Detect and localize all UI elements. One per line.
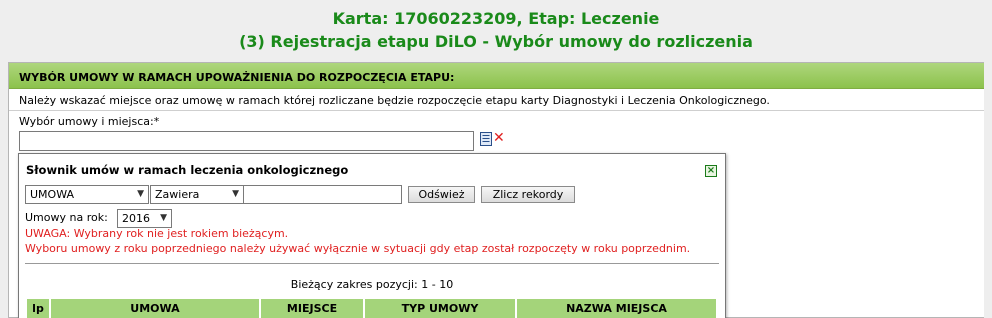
- filter-value-input[interactable]: [243, 185, 402, 204]
- column-header-typ-umowy[interactable]: TYP UMOWY: [365, 299, 517, 318]
- chevron-down-icon: ▼: [160, 213, 167, 223]
- contract-place-input[interactable]: [19, 131, 474, 151]
- divider: [25, 263, 719, 264]
- panel-info-text: Należy wskazać miejsce oraz umowę w rama…: [9, 90, 985, 111]
- year-select[interactable]: 2016 ▼: [117, 209, 172, 228]
- clear-icon[interactable]: ✕: [493, 130, 505, 146]
- year-warning: UWAGA: Wybrany rok nie jest rokiem bieżą…: [25, 227, 289, 240]
- year-label: Umowy na rok:: [25, 211, 108, 224]
- previous-year-warning: Wyboru umowy z roku poprzedniego należy …: [25, 242, 691, 255]
- chevron-down-icon: ▼: [137, 189, 144, 199]
- year-value: 2016: [122, 212, 150, 225]
- stage-title: (3) Rejestracja etapu DiLO - Wybór umowy…: [239, 32, 753, 51]
- contract-dictionary-popup: Słownik umów w ramach leczenia onkologic…: [18, 153, 726, 318]
- list-icon[interactable]: [480, 132, 492, 146]
- filter-operator-select[interactable]: Zawiera ▼: [150, 185, 244, 204]
- panel-title: WYBÓR UMOWY W RAMACH UPOWAŻNIENIA DO ROZ…: [9, 63, 985, 89]
- page-header: Karta: 17060223209, Etap: Leczenie (3) R…: [0, 0, 992, 62]
- chevron-down-icon: ▼: [232, 189, 239, 199]
- contract-field-label: Wybór umowy i miejsca:*: [19, 115, 160, 128]
- filter-field-select[interactable]: UMOWA ▼: [25, 185, 149, 204]
- column-header-umowa[interactable]: UMOWA: [51, 299, 261, 318]
- close-icon[interactable]: ×: [705, 165, 717, 177]
- column-header-lp[interactable]: lp: [27, 299, 51, 318]
- range-indicator: Bieżący zakres pozycji: 1 - 10: [290, 278, 454, 291]
- filter-operator-value: Zawiera: [155, 188, 200, 201]
- card-title: Karta: 17060223209, Etap: Leczenie: [332, 9, 660, 28]
- filter-field-value: UMOWA: [30, 188, 74, 201]
- right-margin: [984, 62, 992, 318]
- count-records-button[interactable]: Zlicz rekordy: [481, 186, 575, 203]
- table-header: lp UMOWA MIEJSCE TYP UMOWY NAZWA MIEJSCA: [27, 299, 716, 318]
- column-header-nazwa-miejsca[interactable]: NAZWA MIEJSCA: [517, 299, 716, 318]
- refresh-button[interactable]: Odśwież: [408, 186, 475, 203]
- popup-title: Słownik umów w ramach leczenia onkologic…: [26, 163, 349, 177]
- column-header-miejsce[interactable]: MIEJSCE: [261, 299, 365, 318]
